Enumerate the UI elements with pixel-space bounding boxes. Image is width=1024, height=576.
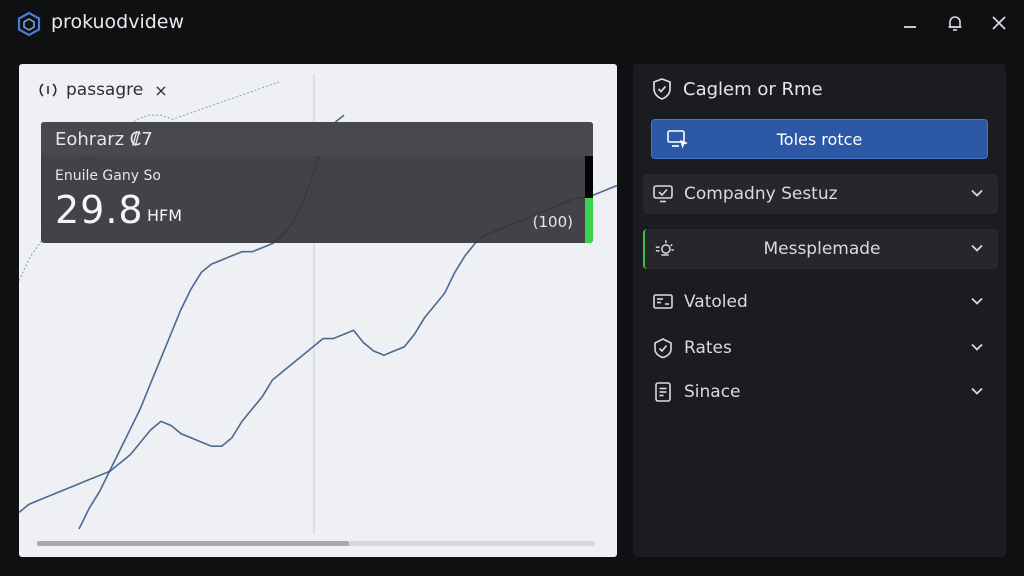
accordion-label: Compadny Sestuz xyxy=(684,184,838,204)
id-card-icon xyxy=(652,291,674,313)
tooltip-edge-dark xyxy=(585,156,593,198)
side-panel-title: Caglem or Rme xyxy=(683,78,823,100)
primary-action-label: Toles rotce xyxy=(776,129,863,149)
accordion-item-sinace[interactable]: Sinace xyxy=(643,372,998,412)
tooltip-unit: HFM xyxy=(147,206,183,225)
tooltip-value: 29.8 xyxy=(55,188,144,232)
chart-panel: passagre × Eohrarz ₡7 Enuile Gany So 29.… xyxy=(19,64,617,557)
chart-tab[interactable]: passagre × xyxy=(37,78,168,102)
side-panel: Caglem or Rme Toles rotce Compadny Sestu… xyxy=(633,64,1006,557)
tooltip-right-value: (100) xyxy=(532,213,573,231)
accordion-item-messplemade[interactable]: Messplemade xyxy=(643,229,998,269)
tooltip-green-indicator xyxy=(585,198,593,243)
accordion-item-rates[interactable]: Rates xyxy=(643,328,998,368)
chevron-down-icon xyxy=(971,189,983,197)
chevron-down-icon xyxy=(971,297,983,305)
shield-check-icon xyxy=(653,78,671,100)
app-logo-icon xyxy=(17,11,41,37)
signal-icon xyxy=(39,83,57,97)
sparkle-icon xyxy=(654,238,676,260)
tooltip-subtitle: Enuile Gany So xyxy=(55,168,161,184)
primary-action-button[interactable]: Toles rotce xyxy=(651,119,988,159)
app-title: prokuodvidew xyxy=(51,11,185,33)
close-window-button[interactable] xyxy=(986,10,1012,36)
notifications-button[interactable] xyxy=(942,10,968,36)
side-panel-header: Caglem or Rme xyxy=(651,76,823,102)
chevron-down-icon xyxy=(971,387,983,395)
chevron-down-icon xyxy=(971,343,983,351)
accordion-label: Rates xyxy=(684,338,732,358)
tab-close-button[interactable]: × xyxy=(154,81,167,100)
horizontal-scrollbar[interactable] xyxy=(37,541,595,546)
tooltip-header: Eohrarz ₡7 xyxy=(41,122,593,156)
accordion-item-company-status[interactable]: Compadny Sestuz xyxy=(643,174,998,214)
badge-check-icon xyxy=(652,337,674,359)
minimize-icon xyxy=(904,26,916,28)
title-bar: prokuodvidew xyxy=(0,0,1024,48)
document-icon xyxy=(652,381,674,403)
monitor-pointer-icon xyxy=(667,130,688,149)
accordion-label: Messplemade xyxy=(763,239,881,259)
accordion-item-vatoled[interactable]: Vatoled xyxy=(643,282,998,322)
minimize-button[interactable] xyxy=(897,10,923,36)
accordion-label: Vatoled xyxy=(684,292,748,312)
chevron-down-icon xyxy=(971,244,983,252)
close-icon xyxy=(992,16,1006,30)
value-tooltip: Eohrarz ₡7 Enuile Gany So 29.8 HFM (100) xyxy=(41,122,593,243)
accordion-label: Sinace xyxy=(684,382,741,402)
monitor-check-icon xyxy=(652,183,674,205)
scrollbar-thumb[interactable] xyxy=(37,541,349,546)
bell-icon xyxy=(948,16,962,31)
chart-tab-label: passagre xyxy=(66,80,144,100)
